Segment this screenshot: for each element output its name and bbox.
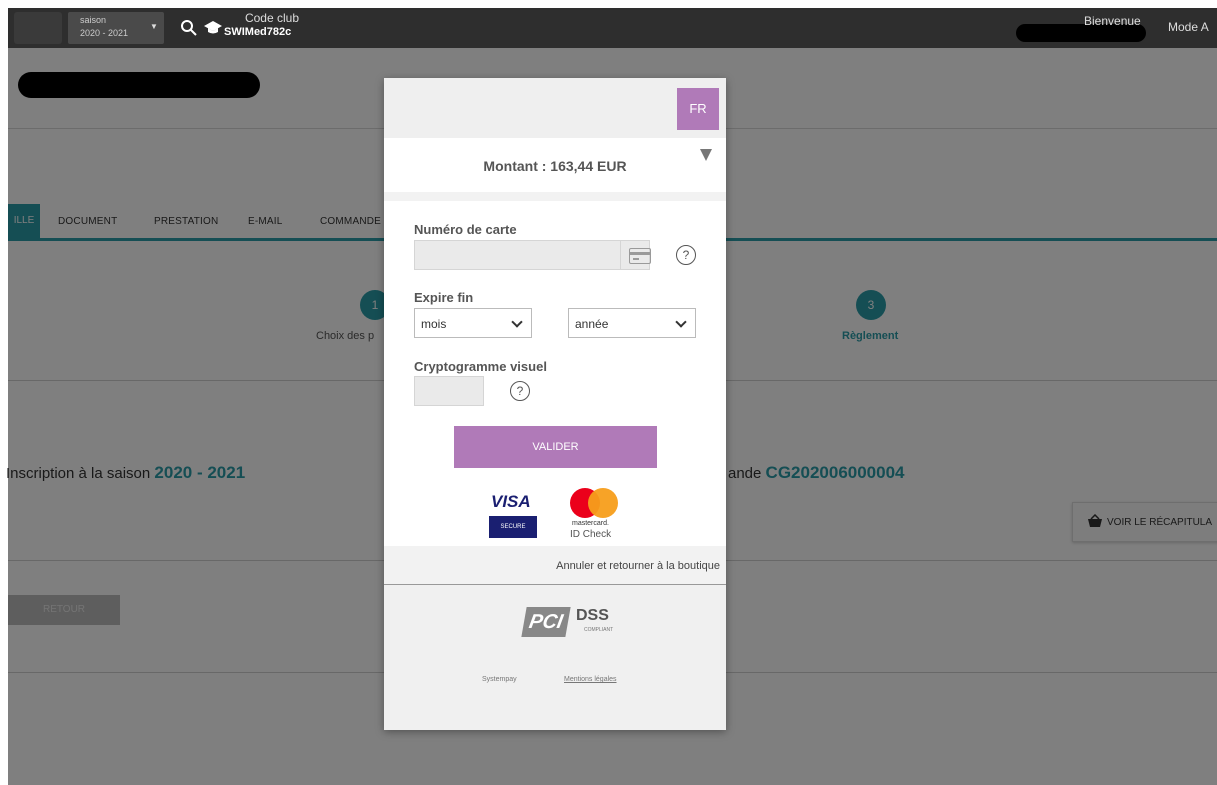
cancel-link[interactable]: Annuler et retourner à la boutique xyxy=(556,560,720,572)
club-logo[interactable] xyxy=(14,12,62,44)
club-code-value: SWIMed782c xyxy=(224,26,292,38)
year-value: année xyxy=(575,317,609,331)
search-icon[interactable] xyxy=(180,19,198,37)
language-button[interactable]: FR xyxy=(677,88,719,130)
input-separator xyxy=(620,241,621,269)
dss-compliant-text: COMPLIANT xyxy=(584,627,614,633)
modal-footer: PCI DSS COMPLIANT Systempay Mentions lég… xyxy=(384,585,726,730)
card-number-label: Numéro de carte xyxy=(414,222,517,237)
pci-mark: PCI xyxy=(521,607,571,637)
month-select[interactable]: mois xyxy=(414,308,532,338)
payment-modal: FR Montant : 163,44 EUR Numéro de carte … xyxy=(384,78,726,730)
validate-button[interactable]: VALIDER xyxy=(454,426,657,468)
modal-header: FR xyxy=(384,78,726,138)
season-selector[interactable]: saison 2020 - 2021 ▼ xyxy=(68,12,164,44)
month-value: mois xyxy=(421,317,447,331)
season-label: saison xyxy=(80,15,107,25)
legal-mentions-link[interactable]: Mentions légales xyxy=(564,676,617,683)
mastercard-text: mastercard. xyxy=(572,520,609,527)
season-value: 2020 - 2021 xyxy=(80,28,129,38)
visa-secure-logo: VISA SECURE xyxy=(489,490,537,540)
chevron-down-icon xyxy=(675,316,687,328)
mode-text[interactable]: Mode A xyxy=(1168,20,1209,34)
caret-down-icon: ▼ xyxy=(150,22,158,31)
modal-separator xyxy=(384,192,726,201)
cancel-bar: Annuler et retourner à la boutique xyxy=(384,546,726,585)
mastercard-yellow-circle xyxy=(588,488,618,518)
footer-brand: Systempay xyxy=(482,676,517,683)
visa-secure-badge: SECURE xyxy=(489,516,537,538)
cvv-label: Cryptogramme visuel xyxy=(414,359,547,374)
graduation-cap-icon xyxy=(204,21,222,34)
help-icon[interactable]: ? xyxy=(510,381,530,401)
cvv-input[interactable] xyxy=(414,376,484,406)
welcome-text: Bienvenue xyxy=(1084,14,1141,28)
help-icon[interactable]: ? xyxy=(676,245,696,265)
pci-dss-logo: PCI DSS COMPLIANT xyxy=(521,605,624,645)
card-number-input[interactable] xyxy=(414,240,651,270)
mastercard-logo: mastercard. ID Check xyxy=(568,488,628,544)
chevron-down-icon xyxy=(511,316,523,328)
expiry-label: Expire fin xyxy=(414,290,474,305)
club-code-label: Code club xyxy=(244,11,300,25)
dss-mark: DSS xyxy=(576,607,609,624)
page: saison 2020 - 2021 ▼ Code club SWIMed782… xyxy=(0,0,1217,785)
visa-word: VISA xyxy=(491,492,531,511)
id-check-text: ID Check xyxy=(570,529,612,540)
top-bar: saison 2020 - 2021 ▼ Code club SWIMed782… xyxy=(8,8,1217,48)
credit-card-icon xyxy=(629,248,651,264)
amount-text: Montant : 163,44 EUR xyxy=(483,158,627,174)
collapse-triangle-icon[interactable] xyxy=(700,149,712,161)
year-select[interactable]: année xyxy=(568,308,696,338)
